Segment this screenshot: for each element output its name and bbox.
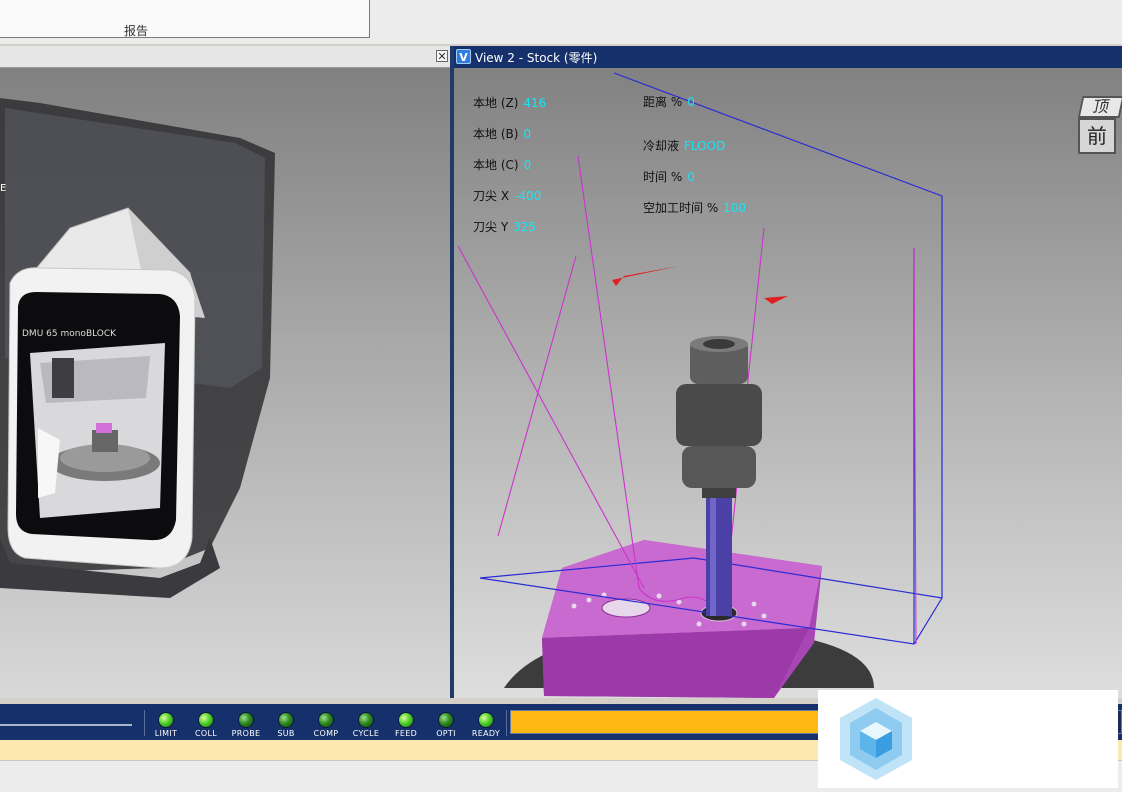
led-opti: OPTI [428,712,464,738]
led-indicator-icon [238,712,254,728]
readout-local-c: 本地 (C) 0 [473,156,531,173]
readout-time-pct: 时间 % 0 [643,168,695,185]
led-label: CYCLE [352,729,380,738]
status-message-field [0,712,132,726]
view-cube-icon[interactable]: 顶 前 [1074,96,1122,158]
readout-local-b: 本地 (B) 0 [473,125,531,142]
led-sub: SUB [268,712,304,738]
readout-value: 100 [723,201,747,215]
led-indicator-icon [198,712,214,728]
watermark-logo-icon [840,698,912,780]
report-label: 报告 [124,24,149,38]
svg-text:E: E [0,183,6,194]
readout-value: 0 [687,170,695,184]
readout-value: 416 [523,96,547,110]
led-probe: PROBE [228,712,264,738]
readout-tool-tip-y: 刀尖 Y 325 [473,218,536,235]
readout-label: 距离 % [643,95,683,109]
watermark-overlay [818,690,1118,788]
led-label: PROBE [231,729,261,738]
vericut-view-icon: V [456,49,471,64]
led-label: OPTI [436,729,456,738]
view1-header: ✕ [0,46,450,68]
readout-value: FLOOD [684,139,726,153]
readout-label: 刀尖 X [473,189,510,203]
top-toolbar-area: 报告 [0,0,1122,44]
readout-label: 本地 (Z) [473,96,519,110]
led-indicator-icon [318,712,334,728]
readout-coolant: 冷却液 FLOOD [643,137,725,154]
led-label: COLL [195,729,217,738]
status-separator [506,710,507,736]
led-label: SUB [277,729,295,738]
readout-tool-tip-x: 刀尖 X -400 [473,187,541,204]
led-indicator-icon [438,712,454,728]
led-label: FEED [394,729,418,738]
view2-titlebar: V View 2 - Stock (零件) [454,46,1122,68]
led-indicator-icon [358,712,374,728]
readout-local-z: 本地 (Z) 416 [473,94,546,111]
readout-label: 刀尖 Y [473,220,509,234]
machine-model-graphic: DMU 65 monoBLOCK E [0,98,275,598]
view-cube-top-face[interactable]: 顶 [1077,96,1122,118]
readout-value: 0 [687,95,695,109]
led-indicator-icon [398,712,414,728]
view-cube-front-face[interactable]: 前 [1078,118,1116,154]
machine-brand-text: DMU 65 monoBLOCK [22,329,117,339]
led-label: COMP [313,729,339,738]
led-coll: COLL [188,712,224,738]
readout-distance-pct: 距离 % 0 [643,93,695,110]
readout-value: 0 [523,127,532,141]
readout-value: -400 [514,189,542,203]
led-cycle: CYCLE [348,712,384,738]
progress-fill [511,711,829,733]
stock-scene-graphic [457,72,943,698]
led-label: LIMIT [154,729,178,738]
view2-title: View 2 - Stock (零件) [475,51,598,65]
readout-air-cut-time-pct: 空加工时间 % 100 [643,199,746,216]
led-indicator-icon [158,712,174,728]
readout-label: 本地 (B) [473,127,519,141]
led-label: READY [471,729,501,738]
status-separator [144,710,145,736]
readout-label: 空加工时间 % [643,201,719,215]
report-panel[interactable]: 报告 [0,0,370,38]
led-comp: COMP [308,712,344,738]
readout-value: 325 [513,220,537,234]
readout-value: 0 [523,158,532,172]
view2-stock-viewport[interactable]: V View 2 - Stock (零件) 本地 (Z) 416 本地 (B) … [454,46,1122,698]
readout-label: 时间 % [643,170,683,184]
view1-machine-viewport[interactable]: ✕ DMU 65 monoBLOCK E [0,46,450,698]
led-feed: FEED [388,712,424,738]
led-indicator-icon [478,712,494,728]
led-indicator-icon [278,712,294,728]
close-icon[interactable]: ✕ [436,50,448,63]
led-ready: READY [468,712,504,738]
readout-label: 冷却液 [643,139,680,153]
led-limit: LIMIT [148,712,184,738]
readout-label: 本地 (C) [473,158,519,172]
